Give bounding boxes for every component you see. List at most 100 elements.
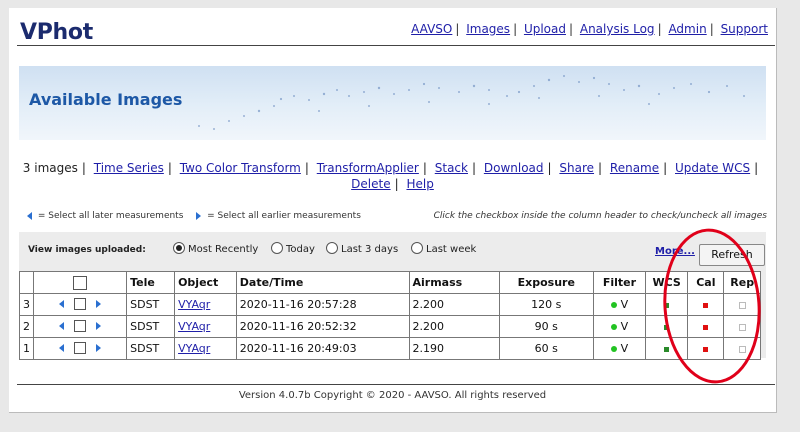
filter-status-icon xyxy=(610,302,617,308)
row-checkbox[interactable] xyxy=(74,298,87,310)
action-links: 3 images | Time Series | Two Color Transfo… xyxy=(22,161,759,191)
action-stack[interactable]: Stack xyxy=(435,161,468,175)
action-download[interactable]: Download xyxy=(484,161,544,175)
radio-label: Most Recently xyxy=(188,244,259,255)
select-later-icon[interactable] xyxy=(59,300,65,308)
radio-label: Last 3 days xyxy=(341,244,399,255)
row-checkbox[interactable] xyxy=(74,320,87,332)
row-select xyxy=(32,337,128,360)
radio-last-week[interactable]: Last week xyxy=(411,242,476,255)
radio-most-recently[interactable]: Most Recently xyxy=(173,242,258,255)
select-later-icon[interactable] xyxy=(59,322,65,330)
row-filter: V xyxy=(592,315,646,338)
row-tele: SDST xyxy=(126,315,176,338)
hint-earlier: = Select all earlier measurements xyxy=(207,211,361,221)
hint-later: = Select all later measurements xyxy=(37,211,184,221)
row-tele: SDST xyxy=(126,293,176,316)
row-select xyxy=(32,293,128,316)
header-datetime: Date/Time xyxy=(235,271,410,294)
action-time-series[interactable]: Time Series xyxy=(94,161,164,175)
filter-status-icon xyxy=(610,346,617,352)
triangle-right-icon xyxy=(196,211,202,220)
row-exposure: 120 s xyxy=(498,293,594,316)
radio-button[interactable] xyxy=(326,242,338,254)
select-all-checkbox[interactable] xyxy=(73,275,88,290)
action-share[interactable]: Share xyxy=(559,161,594,175)
triangle-left-icon xyxy=(27,211,32,220)
object-link[interactable]: VYAqr xyxy=(178,298,210,311)
filter-status-icon xyxy=(610,324,617,330)
row-airmass: 2.200 xyxy=(408,293,500,316)
header-airmass: Airmass xyxy=(408,271,500,294)
table-header-row: Tele Object Date/Time Airmass Exposure F… xyxy=(19,271,761,294)
nav-support[interactable]: Support xyxy=(721,22,768,36)
image-count: 3 images xyxy=(22,161,78,175)
row-exposure: 60 s xyxy=(498,337,594,360)
row-number: 3 xyxy=(19,293,34,316)
action-delete[interactable]: Delete xyxy=(351,177,390,191)
select-later-icon[interactable] xyxy=(59,344,65,352)
annotation-circle xyxy=(663,228,761,384)
object-link[interactable]: VYAqr xyxy=(178,342,210,355)
radio-today[interactable]: Today xyxy=(271,242,315,255)
radio-label: Today xyxy=(286,244,315,255)
row-datetime: 2020-11-16 20:57:28 xyxy=(235,293,410,316)
radio-button[interactable] xyxy=(271,242,283,254)
nav-upload[interactable]: Upload xyxy=(524,22,566,36)
row-datetime: 2020-11-16 20:52:32 xyxy=(235,315,410,338)
row-object: VYAqr xyxy=(174,293,237,316)
header-filter: Filter xyxy=(592,271,646,294)
header-tele: Tele xyxy=(126,271,176,294)
top-nav: AAVSO | Images | Upload | Analysis Log | Adm… xyxy=(411,22,768,36)
header-exposure: Exposure xyxy=(498,271,594,294)
header-divider xyxy=(17,45,775,46)
row-airmass: 2.200 xyxy=(408,315,500,338)
view-label: View images uploaded: xyxy=(28,245,146,255)
nav-images[interactable]: Images xyxy=(466,22,510,36)
row-datetime: 2020-11-16 20:49:03 xyxy=(235,337,410,360)
row-airmass: 2.190 xyxy=(408,337,500,360)
images-table: Tele Object Date/Time Airmass Exposure F… xyxy=(19,271,761,360)
radio-last-3-days[interactable]: Last 3 days xyxy=(326,242,398,255)
row-number: 2 xyxy=(19,315,34,338)
row-object: VYAqr xyxy=(174,315,237,338)
radio-button[interactable] xyxy=(411,242,423,254)
action-rename[interactable]: Rename xyxy=(610,161,659,175)
action-two-color-transform[interactable]: Two Color Transform xyxy=(180,161,301,175)
row-select xyxy=(32,315,128,338)
table-row[interactable]: 1 SDST VYAqr 2020-11-16 20:49:03 2.190 6… xyxy=(19,337,761,360)
select-earlier-icon[interactable] xyxy=(96,300,102,308)
header-num xyxy=(19,271,34,294)
table-row[interactable]: 2 SDST VYAqr 2020-11-16 20:52:32 2.200 9… xyxy=(19,315,761,338)
row-tele: SDST xyxy=(126,337,176,360)
select-earlier-icon[interactable] xyxy=(96,344,102,352)
filter-value: V xyxy=(620,342,629,355)
row-number: 1 xyxy=(19,337,34,360)
header-select xyxy=(32,271,128,294)
radio-label: Last week xyxy=(426,244,477,255)
object-link[interactable]: VYAqr xyxy=(178,320,210,333)
row-exposure: 90 s xyxy=(498,315,594,338)
header-object: Object xyxy=(174,271,237,294)
row-filter: V xyxy=(592,293,646,316)
action-transform-applier[interactable]: TransformApplier xyxy=(317,161,419,175)
radio-button[interactable] xyxy=(173,242,185,254)
filter-value: V xyxy=(620,298,629,311)
page-title: Available Images xyxy=(29,90,183,109)
app-title: VPhot xyxy=(20,20,93,45)
row-filter: V xyxy=(592,337,646,360)
row-checkbox[interactable] xyxy=(74,342,87,354)
nav-analysis-log[interactable]: Analysis Log xyxy=(580,22,655,36)
hint-checkbox: Click the checkbox inside the column hea… xyxy=(433,211,767,221)
action-update-wcs[interactable]: Update WCS xyxy=(675,161,750,175)
row-object: VYAqr xyxy=(174,337,237,360)
nav-admin[interactable]: Admin xyxy=(668,22,706,36)
select-earlier-icon[interactable] xyxy=(96,322,102,330)
action-help[interactable]: Help xyxy=(406,177,433,191)
nav-aavso[interactable]: AAVSO xyxy=(411,22,452,36)
banner: Available Images xyxy=(19,66,766,140)
table-row[interactable]: 3 SDST VYAqr 2020-11-16 20:57:28 2.200 1… xyxy=(19,293,761,316)
footer-copyright: Version 4.0.7b Copyright © 2020 - AAVSO.… xyxy=(238,390,547,401)
filter-value: V xyxy=(620,320,629,333)
selection-hints: = Select all later measurements = Select… xyxy=(27,211,767,221)
